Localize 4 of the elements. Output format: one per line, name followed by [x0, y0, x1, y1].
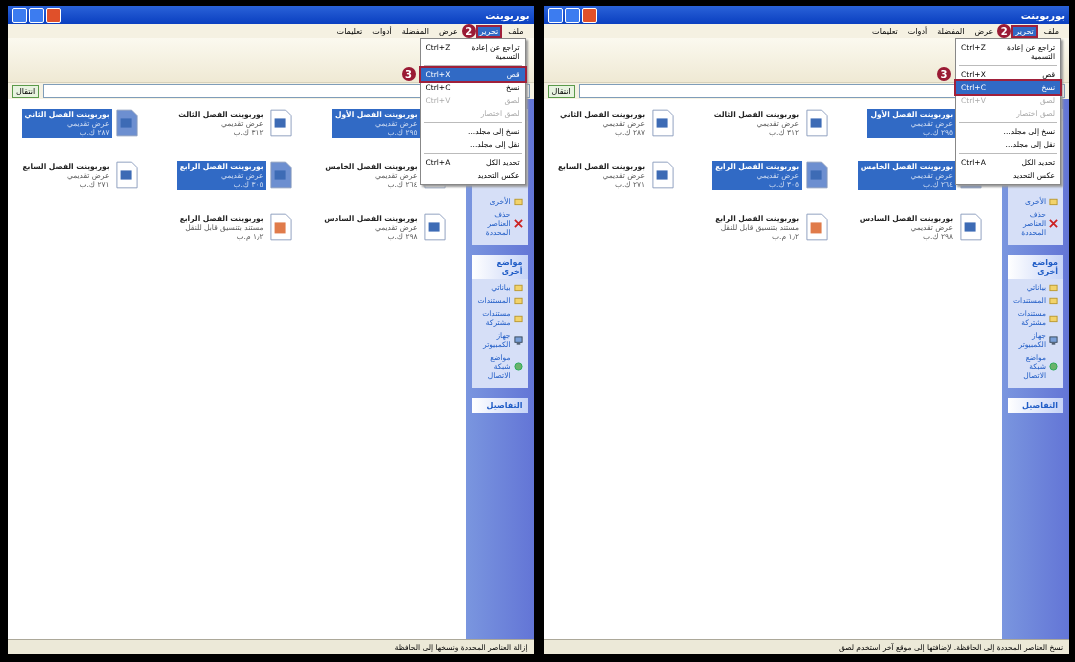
- step-badge: 2: [997, 24, 1012, 38]
- window-title: بوربوينت: [485, 9, 530, 21]
- window-title: بوربوينت: [1020, 9, 1065, 21]
- step-badge: 2: [461, 24, 476, 38]
